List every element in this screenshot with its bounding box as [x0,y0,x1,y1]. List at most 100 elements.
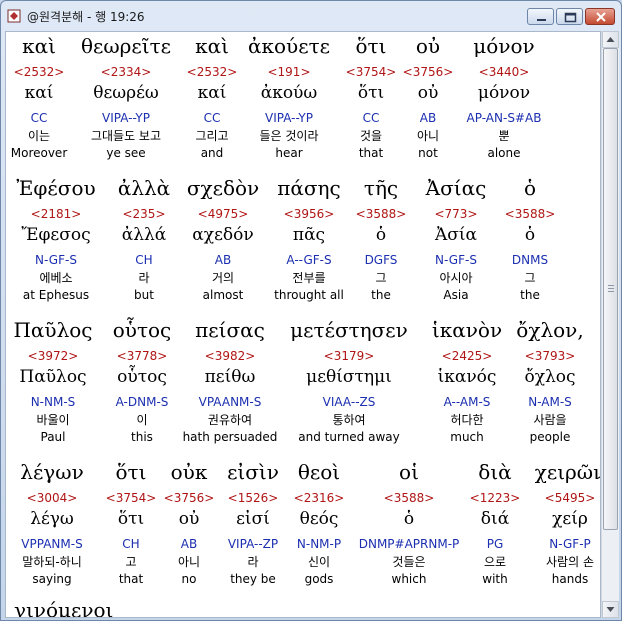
word-greek: μόνον [473,34,535,58]
word-column[interactable]: ὅτι <3754> ὅτι CH 고 that [106,460,157,587]
word-english: Moreover [10,146,68,160]
word-strong: <2181> [30,207,82,221]
word-korean: 뿐 [498,129,510,143]
scrollbar-thumb[interactable] [603,48,618,530]
word-column[interactable]: ἀκούετε <191> ἀκούω VIPA--YP 들은 것이라 hear [248,34,330,161]
word-parse: N-GF-S [35,253,77,267]
word-english: hands [551,572,589,586]
word-column[interactable]: Ἐφέσου <2181> Ἔφεσος N-GF-S 에베소 at Ephesus [16,176,95,303]
word-greek: ὁ [523,176,537,200]
word-english: and turned away [298,430,400,444]
word-column[interactable]: καὶ <2532> καί CC 이는 Moreover [11,34,68,161]
word-lemma: ὁ [403,509,415,529]
word-column[interactable]: ὅτι <3754> ὅτι CC 것을 that [346,34,397,161]
title-bar[interactable]: @원격분해 - 행 19:26 [1,1,621,31]
word-parse: DNMP#APRNM-P [358,537,460,551]
word-column[interactable]: πείσας <3982> πείθω VPAANM-S 권유하여 hath persua… [183,318,278,445]
partial-next-word: γινόμενοι [14,598,114,618]
verse-line: λέγων <3004> λέγω VPPANM-S 말하되-하니 saying ὅτι <3… [6,460,600,602]
word-column[interactable]: οἱ <3588> ὁ DNMP#APRNM-P 것들은 which [359,460,460,587]
word-column[interactable]: ὁ <3588> ὁ DNMS 그 the [505,176,556,303]
word-column[interactable]: ἱκανὸν <2425> ἱκανός A--AM-S 허다한 much [432,318,502,445]
word-greek: οὐκ [170,460,208,484]
word-english: no [181,572,197,586]
word-korean: 것을 [359,129,383,143]
word-strong: <1223> [469,491,521,505]
word-column[interactable]: τῆς <3588> ὁ DGFS 그 the [356,176,407,303]
word-english: the [520,288,540,302]
word-strong: <3588> [355,207,407,221]
word-lemma: διά [480,509,510,529]
word-strong: <3778> [116,349,168,363]
word-column[interactable]: Παῦλος <3972> Παῦλος N-NM-S 바울이 Paul [13,318,92,445]
word-english: ye see [106,146,146,160]
word-korean: 그리고 [195,129,229,143]
word-korean: 들은 것이라 [259,129,319,143]
word-greek: θεοὶ [297,460,341,484]
vertical-scrollbar[interactable] [601,31,619,618]
word-korean: 아니 [416,129,440,143]
word-lemma: λέγω [30,509,74,529]
word-korean: 거의 [211,271,235,285]
scroll-down-button[interactable] [602,601,619,618]
word-column[interactable]: θεοὶ <2316> θεός N-NM-P 신이 gods [294,460,345,587]
word-parse: CC [362,111,380,125]
word-lemma: πᾶς [292,225,326,245]
word-parse: N-NM-P [296,537,342,551]
word-parse: VIAA--ZS [322,395,376,409]
word-korean: 그 [524,271,536,285]
word-parse: CH [135,253,153,267]
word-parse: A--AM-S [443,395,491,409]
word-korean: 권유하여 [207,413,253,427]
word-english: Asia [443,288,469,302]
word-column[interactable]: διὰ <1223> διά PG 으로 with [470,460,521,587]
word-column[interactable]: οὐ <3756> οὐ AB 아니 not [403,34,454,161]
app-icon [7,8,21,23]
maximize-button[interactable] [556,8,583,25]
word-column[interactable]: οὗτος <3778> οὗτος A-DNM-S 이 this [113,318,172,445]
word-english: with [482,572,508,586]
word-column[interactable]: χειρῶν <5495> χείρ N-GF-P 사람의 손 hands [535,460,600,587]
word-column[interactable]: ὄχλον, <3793> ὄχλος N-AM-S 사람을 people [516,318,583,445]
word-english: that [118,572,144,586]
word-english: at Ephesus [22,288,90,302]
word-column[interactable]: Ἀσίας <773> Ἀσία N-GF-S 아시아 Asia [426,176,487,303]
word-lemma: καί [197,83,227,103]
word-strong: <4975> [197,207,249,221]
word-parse: DNMS [511,253,549,267]
word-column[interactable]: εἰσὶν <1526> εἰσί VIPA--ZP 라 they be [227,460,279,587]
word-strong: <3982> [204,349,256,363]
word-column[interactable]: πάσης <3956> πᾶς A--GF-S 전부를 throught all [274,176,344,303]
minimize-button[interactable] [527,8,554,25]
close-button[interactable] [585,8,615,25]
word-parse: VIPA--YP [102,111,150,125]
word-strong: <2532> [186,65,238,79]
word-column[interactable]: λέγων <3004> λέγω VPPANM-S 말하되-하니 saying [20,460,83,587]
word-column[interactable]: καὶ <2532> καί CC 그리고 and [187,34,238,161]
word-korean: 아시아 [439,271,473,285]
word-column[interactable]: μόνον <3440> μόνον AP-AN-S#AB 뿐 alone [467,34,542,161]
word-strong: <3004> [26,491,78,505]
word-parse: N-GF-S [435,253,477,267]
word-greek: θεωρεῖτε [80,34,172,58]
word-strong: <2316> [293,491,345,505]
word-greek: πάσης [277,176,341,200]
word-lemma: οὗτος [117,367,167,387]
word-parse: CC [203,111,221,125]
word-greek: οὗτος [112,318,172,342]
word-parse: DGFS [364,253,398,267]
word-english: saying [32,572,72,586]
word-korean: 전부를 [292,271,326,285]
word-column[interactable]: σχεδὸν <4975> αχεδόν AB 거의 almost [187,176,259,303]
word-column[interactable]: ἀλλὰ <235> ἀλλά CH 라 but [118,176,170,303]
word-strong: <235> [122,207,166,221]
interlinear-view[interactable]: καὶ <2532> καί CC 이는 Moreover θεωρεῖτε <2334> θε… [5,31,601,618]
word-column[interactable]: οὐκ <3756> οὐ AB 아니 no [164,460,215,587]
scroll-up-button[interactable] [602,31,619,48]
word-lemma: ὄχλος [524,367,576,387]
app-window: @원격분해 - 행 19:26 καὶ <2532> καί CC 이는 Moreover… [0,0,622,621]
word-lemma: οὐ [417,83,439,103]
word-greek: σχεδὸν [186,176,260,200]
word-column[interactable]: θεωρεῖτε <2334> θεωρέω VIPA--YP 그대들도 보고 ye se… [81,34,171,161]
word-column[interactable]: μετέστησεν <3179> μεθίστημι VIAA--ZS 통하여 and … [290,318,408,445]
